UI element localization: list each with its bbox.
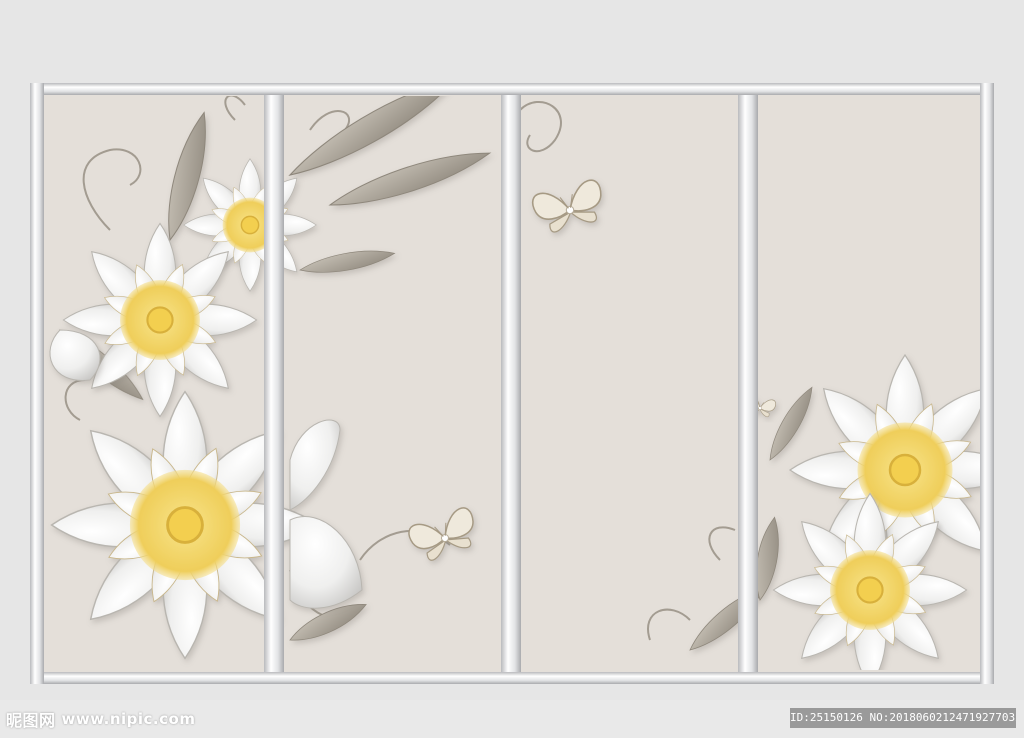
frame-divider-3	[738, 95, 758, 672]
frame-divider-2	[501, 95, 521, 672]
watermark-id-badge: ID:25150126 NO:20180602124719277032	[790, 708, 1016, 728]
frame-top-rail	[30, 83, 994, 95]
flower-bottom-right	[773, 493, 966, 686]
wall-mural-scene	[0, 0, 1024, 738]
watermark-brand: 昵图网	[6, 711, 56, 730]
frame-bottom-rail	[30, 672, 994, 684]
frame-divider-1	[264, 95, 284, 672]
flower-mid-left	[63, 223, 256, 416]
watermark-site: www.nipic.com	[61, 710, 196, 728]
watermark-logo: 昵图网 www.nipic.com	[6, 707, 195, 731]
frame-right-post	[980, 83, 994, 684]
frame-left-post	[30, 83, 44, 684]
